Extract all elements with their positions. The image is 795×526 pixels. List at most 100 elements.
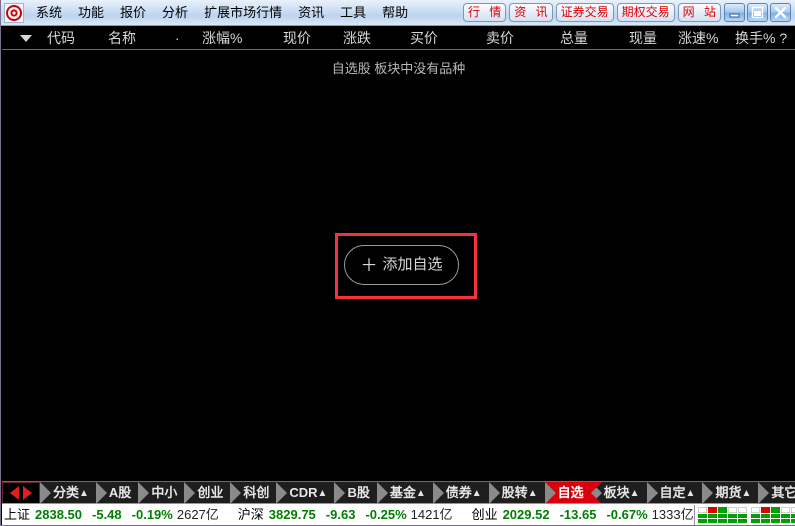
tab-label: A股	[108, 485, 132, 500]
column-header-cur-volume[interactable]: 现量	[629, 29, 657, 47]
securities-trading-button[interactable]: 证券交易	[555, 3, 614, 22]
tab-b-shares[interactable]: B股	[334, 482, 389, 503]
news-button[interactable]: 资 讯	[509, 3, 553, 22]
tab-watchlist[interactable]: 自选	[544, 482, 602, 503]
tab-bonds[interactable]: 债券▲	[432, 482, 500, 503]
column-header-volume[interactable]: 总量	[560, 29, 588, 47]
menu-item-tools[interactable]: 工具	[333, 3, 373, 23]
menu-item-function[interactable]: 功能	[71, 3, 111, 23]
breadth-cell	[760, 506, 770, 513]
tab-funds[interactable]: 基金▲	[376, 482, 444, 503]
breadth-dash-row	[750, 513, 795, 518]
breadth-dash	[737, 513, 747, 518]
application-window: 系统 功能 报价 分析 扩展市场行情 资讯 工具 帮助 行 情 资 讯 证券交易…	[0, 0, 795, 526]
close-icon	[774, 6, 787, 19]
tab-arrow-icon: ▲	[527, 488, 538, 499]
column-header-code[interactable]: 代码	[47, 29, 75, 47]
column-header-change-pct[interactable]: 涨幅%	[202, 29, 242, 47]
tab-other-varieties[interactable]: 其它品种▲	[758, 482, 795, 503]
column-header-speed-pct[interactable]: 涨速%	[678, 29, 718, 47]
tab-label: 其它品种	[771, 485, 795, 500]
tab-arrow-icon: ▲	[685, 488, 696, 499]
breadth-dash	[770, 518, 780, 523]
index-amount-hs300: 1421亿	[410, 506, 453, 522]
menu-item-quotes[interactable]: 报价	[113, 3, 153, 23]
breadth-cell	[727, 506, 737, 513]
column-header-change[interactable]: 涨跌	[343, 29, 371, 47]
minimize-icon	[729, 13, 740, 18]
tab-neeq[interactable]: 股转▲	[488, 482, 556, 503]
tab-label: 创业	[197, 485, 224, 500]
tab-label: CDR	[289, 485, 318, 500]
menu-item-system[interactable]: 系统	[29, 3, 69, 23]
tab-chinext[interactable]: 创业	[184, 482, 242, 503]
column-header-turnover[interactable]: 换手% ?	[735, 29, 787, 47]
status-bar: 上证 2838.50 -5.48 -0.19% 2627亿 沪深 3829.75…	[2, 503, 795, 525]
close-button[interactable]	[770, 3, 791, 22]
breadth-dash	[727, 513, 737, 518]
market-breadth-indicator[interactable]	[693, 504, 795, 525]
tab-arrow-icon: ▲	[415, 488, 426, 499]
index-change-shanghai: -5.48	[92, 506, 122, 522]
tab-sme[interactable]: 中小	[138, 482, 196, 503]
tab-classification[interactable]: 分类▲	[40, 482, 107, 503]
breadth-dash	[780, 513, 790, 518]
menu-item-extended-market[interactable]: 扩展市场行情	[197, 3, 289, 23]
tab-a-shares[interactable]: A股	[95, 482, 150, 503]
breadth-dash	[717, 513, 727, 518]
index-name-shanghai[interactable]: 上证	[4, 507, 30, 523]
column-header-row: 代码 名称 · 涨幅% 现价 涨跌 买价 卖价 总量 现量 涨速% 换手% ?	[2, 26, 795, 50]
tab-label: B股	[347, 485, 370, 500]
menu-item-analysis[interactable]: 分析	[155, 3, 195, 23]
breadth-group	[750, 506, 795, 523]
options-trading-button[interactable]: 期权交易	[616, 3, 675, 22]
website-button[interactable]: 网 站	[677, 3, 721, 22]
breadth-dash	[760, 518, 770, 523]
index-value-hs300: 3829.75	[268, 506, 316, 522]
right-triangle-icon[interactable]	[23, 486, 32, 500]
column-header-ask[interactable]: 卖价	[486, 29, 514, 47]
menu-item-help[interactable]: 帮助	[375, 3, 415, 23]
breadth-dash	[737, 518, 747, 523]
breadth-cell	[697, 506, 707, 513]
breadth-dash-row	[750, 518, 795, 523]
sort-descending-icon[interactable]	[20, 35, 32, 42]
breadth-dash	[790, 518, 795, 523]
quote-list-area: 自选股 板块中没有品种 ＋添加自选	[2, 50, 795, 481]
column-header-price[interactable]: 现价	[283, 29, 311, 47]
breadth-dash	[750, 513, 760, 518]
tab-label: 板块	[603, 485, 630, 500]
tab-futures[interactable]: 期货▲	[702, 482, 770, 503]
tab-arrow-icon: ▲	[471, 488, 482, 499]
left-triangle-icon[interactable]	[10, 486, 19, 500]
tab-arrow-icon: ▲	[629, 488, 640, 499]
quotes-button[interactable]: 行 情	[462, 3, 507, 22]
column-header-bid[interactable]: 买价	[410, 29, 438, 47]
breadth-dash	[770, 513, 780, 518]
breadth-cell	[707, 506, 717, 513]
tab-star-market[interactable]: 科创	[230, 482, 288, 503]
breadth-dash	[750, 518, 760, 523]
tab-label: 基金	[389, 485, 416, 500]
breadth-dash	[697, 518, 707, 523]
breadth-top-row	[697, 506, 747, 513]
tab-nav-arrows[interactable]	[2, 482, 40, 503]
index-name-hs300[interactable]: 沪深	[238, 507, 264, 523]
tab-arrow-icon: ▲	[79, 488, 89, 499]
minimize-button[interactable]	[724, 3, 745, 22]
add-to-watchlist-button[interactable]: ＋添加自选	[344, 245, 459, 285]
tab-cdr[interactable]: CDR▲	[276, 482, 346, 503]
breadth-dash	[790, 513, 795, 518]
breadth-cell	[737, 506, 747, 513]
index-amount-chinext: 1333亿	[651, 506, 694, 522]
column-header-name[interactable]: 名称	[108, 29, 136, 47]
breadth-dash	[760, 513, 770, 518]
column-header-dot[interactable]: ·	[175, 29, 180, 47]
maximize-button[interactable]	[747, 3, 768, 22]
index-name-chinext[interactable]: 创业	[472, 507, 498, 523]
tab-custom[interactable]: 自定▲	[646, 482, 714, 503]
breadth-cell	[790, 506, 795, 513]
menu-item-news[interactable]: 资讯	[291, 3, 331, 23]
tab-label: 自定	[659, 485, 686, 500]
plus-icon: ＋	[360, 255, 378, 275]
